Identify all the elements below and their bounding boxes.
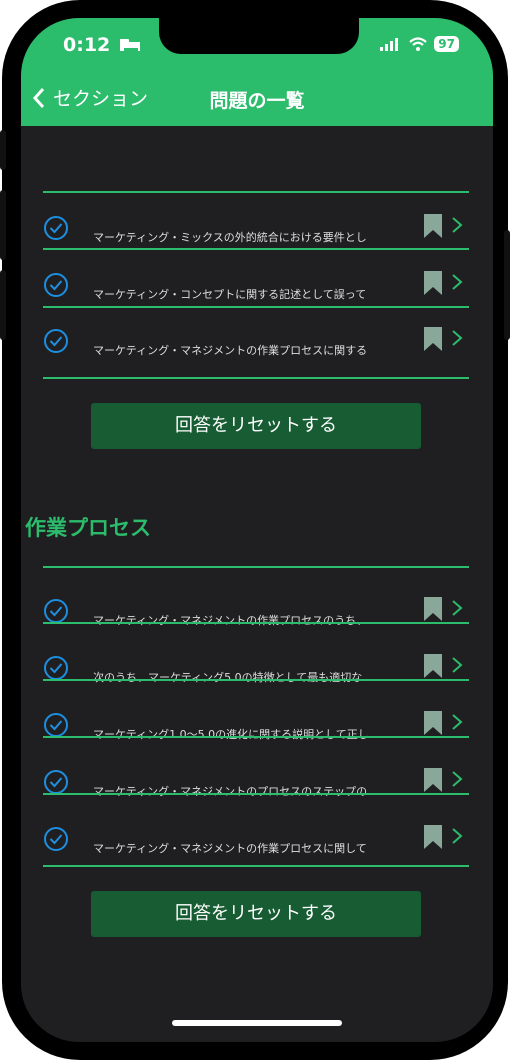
check-circle-icon xyxy=(44,713,68,737)
question-text: マーケティング1.0～5.0の進化に関する説明として正し xyxy=(93,728,369,741)
check-circle-icon xyxy=(44,329,68,353)
question-text: マーケティング・マネジメントのプロセスのステップの xyxy=(93,785,368,798)
divider xyxy=(43,191,469,193)
time-text: 0:12 xyxy=(63,34,111,56)
chevron-right-icon xyxy=(452,657,463,673)
bookmark-icon[interactable] xyxy=(423,710,443,736)
bookmark-icon[interactable] xyxy=(423,596,443,622)
notch xyxy=(159,18,359,54)
question-row[interactable]: マーケティング・マネジメントのプロセスのステップの xyxy=(43,755,469,813)
bookmark-icon[interactable] xyxy=(423,270,443,296)
row-divider xyxy=(43,865,469,867)
chevron-right-icon xyxy=(452,274,463,290)
row-divider xyxy=(43,377,469,379)
header: 0:12 97 セクション 問題の一覧 xyxy=(21,18,493,126)
question-row[interactable]: 次のうち、マーケティング5.0の特徴として最も適切な xyxy=(43,641,469,699)
chevron-right-icon xyxy=(452,714,463,730)
status-time: 0:12 xyxy=(63,34,141,56)
question-row[interactable]: マーケティング・ミックスの外的統合における要件とし xyxy=(43,201,469,259)
volume-up-button xyxy=(0,190,6,260)
question-text: 次のうち、マーケティング5.0の特徴として最も適切な xyxy=(93,671,363,684)
check-circle-icon xyxy=(44,827,68,851)
row-divider xyxy=(43,736,469,738)
bookmark-icon[interactable] xyxy=(423,767,443,793)
question-row[interactable]: マーケティング1.0～5.0の進化に関する説明として正し xyxy=(43,698,469,756)
screen: 0:12 97 セクション 問題の一覧 マーケティング・ミックスの外的統合におけ… xyxy=(21,18,493,1042)
wifi-icon xyxy=(409,37,428,51)
question-row[interactable]: マーケティング・マネジメントの作業プロセスのうち、 xyxy=(43,584,469,642)
divider xyxy=(43,566,469,568)
row-divider xyxy=(43,306,469,308)
reset-button-2[interactable]: 回答をリセットする xyxy=(91,891,421,937)
chevron-right-icon xyxy=(452,330,463,346)
check-circle-icon xyxy=(44,656,68,680)
row-divider xyxy=(43,622,469,624)
bookmark-icon[interactable] xyxy=(423,213,443,239)
chevron-right-icon xyxy=(452,828,463,844)
page-title: 問題の一覧 xyxy=(209,90,305,112)
check-circle-icon xyxy=(44,599,68,623)
signal-icon xyxy=(380,38,399,51)
bookmark-icon[interactable] xyxy=(423,653,443,679)
status-icons: 97 xyxy=(380,36,459,52)
question-text: マーケティング・マネジメントの作業プロセスのうち、 xyxy=(93,614,368,627)
home-indicator xyxy=(172,1020,342,1026)
row-divider xyxy=(43,679,469,681)
power-button xyxy=(504,230,510,340)
chevron-right-icon xyxy=(452,600,463,616)
battery-indicator: 97 xyxy=(434,36,459,52)
check-circle-icon xyxy=(44,770,68,794)
row-divider xyxy=(43,793,469,795)
check-circle-icon xyxy=(44,216,68,240)
row-divider xyxy=(43,248,469,250)
mute-switch xyxy=(0,130,6,170)
bookmark-icon[interactable] xyxy=(423,326,443,352)
check-circle-icon xyxy=(44,273,68,297)
bed-icon xyxy=(119,39,140,51)
chevron-right-icon xyxy=(452,217,463,233)
reset-button-1[interactable]: 回答をリセットする xyxy=(91,403,421,449)
section-title: 作業プロセス xyxy=(25,516,151,540)
chevron-right-icon xyxy=(452,771,463,787)
bookmark-icon[interactable] xyxy=(423,824,443,850)
question-text: マーケティング・マネジメントの作業プロセスに関して xyxy=(93,842,367,855)
question-row[interactable]: マーケティング・マネジメントの作業プロセスに関して xyxy=(43,812,469,870)
question-text: マーケティング・コンセプトに関する記述として誤って xyxy=(93,288,367,301)
volume-down-button xyxy=(0,270,6,340)
question-text: マーケティング・ミックスの外的統合における要件とし xyxy=(93,231,367,244)
question-row[interactable]: マーケティング・マネジメントの作業プロセスに関する xyxy=(43,314,469,372)
phone-frame: 0:12 97 セクション 問題の一覧 マーケティング・ミックスの外的統合におけ… xyxy=(0,0,510,1060)
question-text: マーケティング・マネジメントの作業プロセスに関する xyxy=(93,344,368,357)
